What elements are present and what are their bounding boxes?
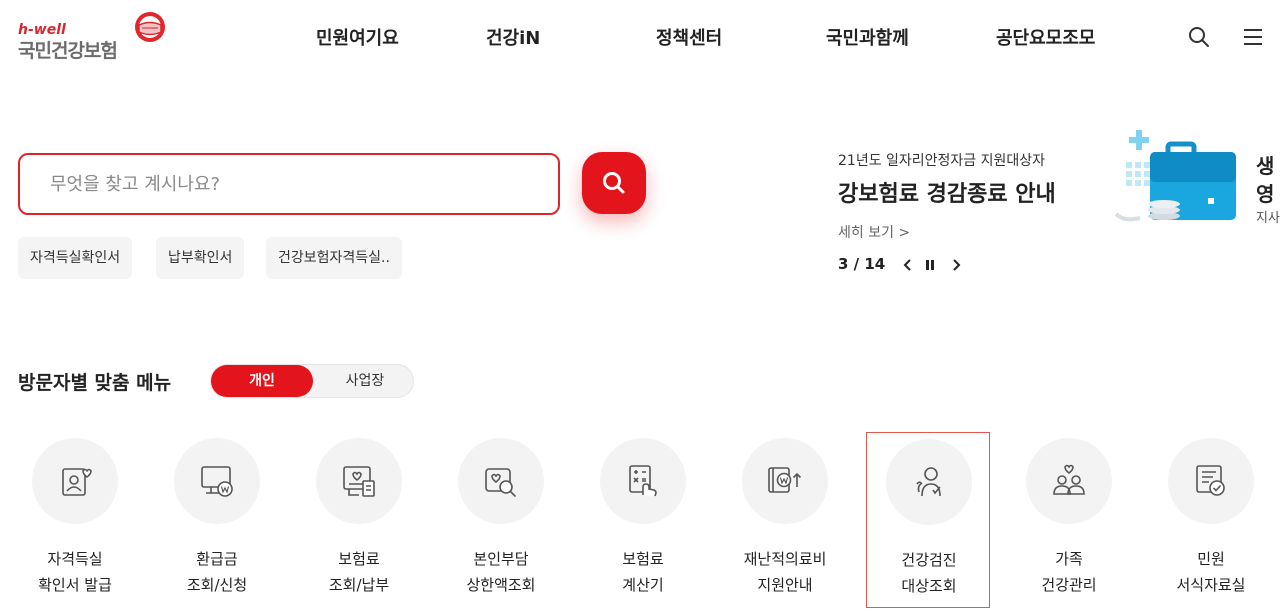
tile-label: 민원 (1197, 550, 1225, 568)
menu-tile-qualification-cert[interactable]: 자격득실 확인서 발급 (4, 432, 146, 608)
tile-label: 대상조회 (901, 577, 957, 595)
search-box (18, 153, 560, 215)
tile-label: 재난적의료비 (743, 550, 827, 568)
visitor-menu-title: 방문자별 맞춤 메뉴 (18, 372, 172, 394)
chevron-right-icon[interactable] (948, 256, 964, 274)
won-support-icon (768, 467, 802, 493)
monitor-won-icon (201, 466, 233, 497)
menu-tile-premium-calculator[interactable]: 보험료 계산기 (572, 432, 714, 608)
tile-label: 지원안내 (757, 576, 813, 594)
tile-label: 서식자료실 (1176, 576, 1246, 594)
tile-label: 보험료 (338, 550, 380, 568)
banner-title[interactable]: 강보험료 경감종료 안내 (838, 176, 1056, 208)
pause-icon[interactable] (922, 256, 938, 274)
tile-label: 자격득실 (47, 550, 103, 568)
tile-label: 계산기 (622, 576, 664, 594)
site-logo[interactable]: h-well 국민건강보험 (18, 10, 178, 66)
tile-label: 가족 (1055, 550, 1083, 568)
notice-banner: 21년도 일자리안정자금 지원대상자 강보험료 경감종료 안내 세히 보기 > … (838, 130, 1288, 280)
quick-keyword-chip[interactable]: 건강보험자격득실.. (266, 237, 402, 279)
menu-tile-health-checkup[interactable]: 건강검진 대상조회 (866, 432, 990, 608)
logo-wordmark: 국민건강보험 (18, 40, 118, 62)
tile-label: 상한액조회 (466, 576, 536, 594)
menu-tile-catastrophic-medical[interactable]: 재난적의료비 지원안내 (714, 432, 856, 608)
people-check-icon (916, 467, 941, 497)
menu-tile-family-health[interactable]: 가족 건강관리 (998, 432, 1140, 608)
tile-label: 조회/신청 (186, 576, 248, 594)
tile-label: 확인서 발급 (38, 576, 112, 594)
nav-health-in[interactable]: 건강iN (486, 24, 540, 52)
menu-icon[interactable] (1240, 24, 1266, 50)
menu-tile-refund[interactable]: 환급금 조회/신청 (146, 432, 288, 608)
id-card-heart-icon (62, 468, 92, 496)
tile-label: 환급금 (196, 550, 238, 568)
document-check-icon (1196, 465, 1225, 496)
nav-policy-center[interactable]: 정책센터 (656, 24, 722, 52)
quick-keyword-chip[interactable]: 자격득실확인서 (18, 237, 133, 279)
chevron-left-icon[interactable] (900, 256, 916, 274)
banner-next-preview: 생 영 지사 (1256, 154, 1280, 226)
quick-keyword-chip[interactable]: 납부확인서 (156, 237, 245, 279)
nav-with-citizens[interactable]: 국민과함께 (826, 24, 909, 52)
menu-tile-premium-payment[interactable]: 보험료 조회/납부 (288, 432, 430, 608)
tab-business[interactable]: 사업장 (315, 365, 415, 397)
banner-subtitle: 21년도 일자리안정자금 지원대상자 (838, 153, 1046, 169)
invoice-heart-icon (343, 466, 375, 497)
search-input[interactable] (38, 155, 538, 213)
tile-label: 건강검진 (901, 551, 957, 569)
logo-mask-icon (135, 12, 165, 42)
tile-label: 보험료 (622, 550, 664, 568)
tile-label: 조회/납부 (328, 576, 390, 594)
search-icon (603, 172, 625, 194)
heart-search-icon (485, 468, 516, 497)
visitor-type-toggle: 개인 사업장 (210, 364, 414, 398)
tile-label: 건강관리 (1041, 576, 1097, 594)
tab-individual[interactable]: 개인 (211, 365, 313, 397)
menu-tile-copay-cap[interactable]: 본인부담 상한액조회 (430, 432, 572, 608)
nav-about-corp[interactable]: 공단요모조모 (996, 24, 1095, 52)
menu-tile-forms-library[interactable]: 민원 서식자료실 (1140, 432, 1282, 608)
banner-more-link[interactable]: 세히 보기 > (838, 222, 910, 242)
family-heart-icon (1053, 464, 1085, 495)
search-icon[interactable] (1186, 24, 1212, 50)
tile-label: 본인부담 (473, 550, 529, 568)
calculator-hand-icon (629, 465, 657, 497)
briefcase-illustration (1114, 130, 1236, 222)
banner-page-counter: 3 / 14 (838, 255, 886, 273)
nav-civil-service[interactable]: 민원여기요 (316, 24, 399, 52)
search-button[interactable] (582, 152, 646, 214)
